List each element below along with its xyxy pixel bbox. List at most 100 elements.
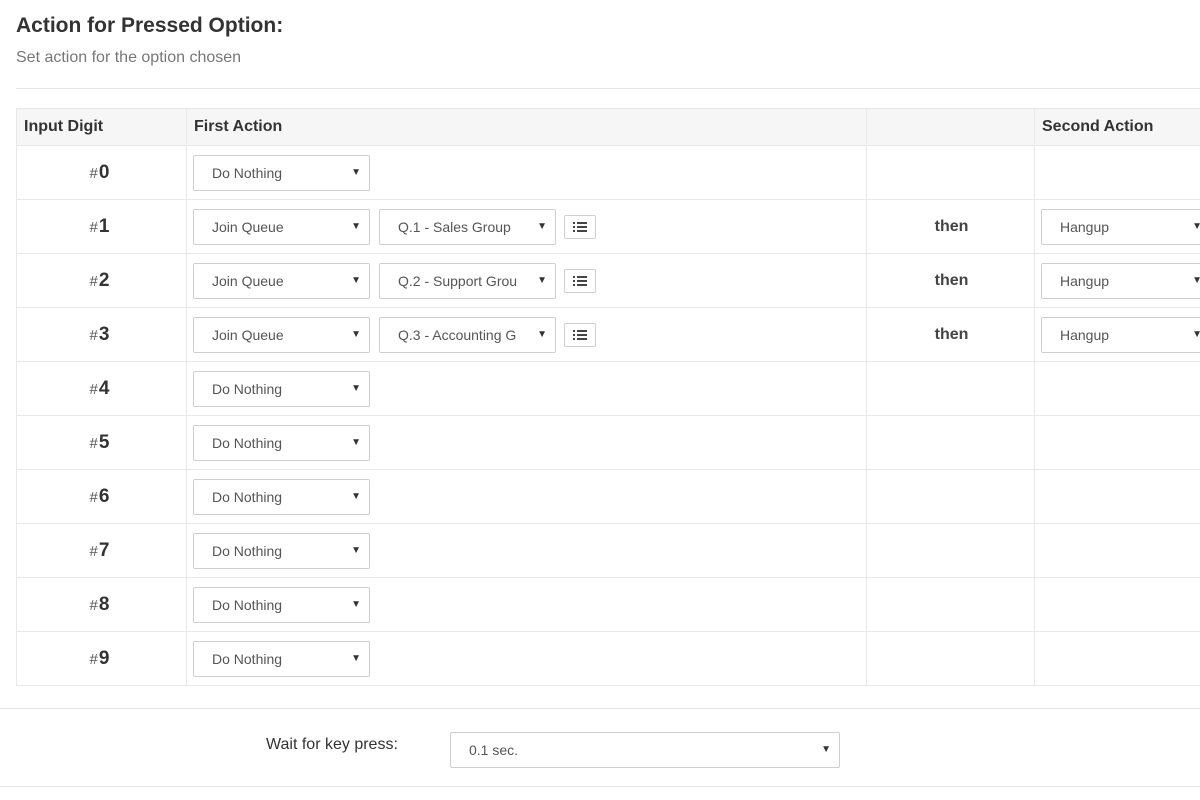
- first-action-value: Do Nothing: [212, 380, 283, 397]
- input-digit: 1: [98, 215, 110, 237]
- then-label: then: [934, 325, 969, 343]
- table-header-row: Input Digit First Action Second Action: [16, 108, 1200, 146]
- first-action-select[interactable]: Join Queue ▼: [193, 208, 370, 245]
- second-action-select[interactable]: Hangup ▼: [1041, 208, 1200, 245]
- first-action-value: Do Nothing: [212, 434, 283, 451]
- second-action-select[interactable]: Hangup ▼: [1041, 316, 1200, 353]
- table-row: #1 Join Queue ▼ Q.1 - Sales Group ▼ then Hangu…: [16, 199, 1200, 254]
- queue-select[interactable]: Q.2 - Support Grou ▼: [379, 262, 556, 299]
- caret-down-icon: ▼: [351, 328, 361, 340]
- queue-select[interactable]: Q.3 - Accounting G ▼: [379, 316, 556, 353]
- queue-value: Q.2 - Support Grou: [398, 272, 518, 289]
- then-cell: [866, 469, 1035, 524]
- input-digit: 3: [98, 323, 110, 345]
- table-row: #0 Do Nothing ▼: [16, 145, 1200, 200]
- first-action-select[interactable]: Do Nothing ▼: [193, 478, 370, 515]
- table-row: #7 Do Nothing ▼: [16, 523, 1200, 578]
- first-action-cell: Do Nothing ▼: [186, 523, 867, 578]
- caret-down-icon: ▼: [351, 598, 361, 610]
- second-action-cell: Hangup ▼: [1034, 307, 1200, 362]
- second-action-value: Hangup: [1060, 218, 1110, 235]
- input-digit: 9: [98, 647, 110, 669]
- hash-symbol: #: [89, 650, 98, 668]
- hash-symbol: #: [89, 164, 98, 182]
- first-action-select[interactable]: Join Queue ▼: [193, 316, 370, 353]
- input-digit-cell: #0: [16, 145, 187, 200]
- second-action-cell: [1034, 577, 1200, 632]
- then-label: then: [934, 217, 969, 235]
- ivr-options-table: Input Digit First Action Second Action #…: [16, 108, 1200, 686]
- first-action-cell: Do Nothing ▼: [186, 361, 867, 416]
- hash-symbol: #: [89, 434, 98, 452]
- then-label: then: [934, 271, 969, 289]
- input-digit: 6: [98, 485, 110, 507]
- wait-key-press-label: Wait for key press:: [266, 736, 398, 753]
- table-row: #6 Do Nothing ▼: [16, 469, 1200, 524]
- caret-down-icon: ▼: [821, 744, 831, 755]
- input-digit-cell: #4: [16, 361, 187, 416]
- second-action-cell: [1034, 631, 1200, 686]
- first-action-select[interactable]: Do Nothing ▼: [193, 532, 370, 569]
- first-action-value: Do Nothing: [212, 488, 283, 505]
- caret-down-icon: ▼: [351, 382, 361, 394]
- second-action-cell: [1034, 145, 1200, 200]
- first-action-cell: Join Queue ▼ Q.1 - Sales Group ▼: [186, 199, 867, 254]
- divider: [16, 88, 1200, 89]
- column-header-input-digit: Input Digit: [16, 108, 187, 146]
- queue-list-button[interactable]: [564, 214, 596, 239]
- divider: [0, 708, 1200, 709]
- input-digit: 5: [98, 431, 110, 453]
- queue-list-button[interactable]: [564, 268, 596, 293]
- first-action-select[interactable]: Do Nothing ▼: [193, 640, 370, 677]
- second-action-select[interactable]: Hangup ▼: [1041, 262, 1200, 299]
- first-action-select[interactable]: Do Nothing ▼: [193, 370, 370, 407]
- first-action-select[interactable]: Do Nothing ▼: [193, 154, 370, 191]
- second-action-cell: [1034, 361, 1200, 416]
- input-digit-cell: #2: [16, 253, 187, 308]
- hash-symbol: #: [89, 596, 98, 614]
- divider: [0, 786, 1200, 787]
- first-action-cell: Do Nothing ▼: [186, 631, 867, 686]
- then-cell: [866, 523, 1035, 578]
- caret-down-icon: ▼: [351, 220, 361, 232]
- input-digit-cell: #1: [16, 199, 187, 254]
- first-action-select[interactable]: Join Queue ▼: [193, 262, 370, 299]
- input-digit: 8: [98, 593, 110, 615]
- queue-list-button[interactable]: [564, 322, 596, 347]
- first-action-select[interactable]: Do Nothing ▼: [193, 424, 370, 461]
- caret-down-icon: ▼: [351, 652, 361, 664]
- hash-symbol: #: [89, 542, 98, 560]
- second-action-cell: [1034, 415, 1200, 470]
- then-cell: [866, 415, 1035, 470]
- second-action-cell: Hangup ▼: [1034, 199, 1200, 254]
- first-action-cell: Do Nothing ▼: [186, 469, 867, 524]
- caret-down-icon: ▼: [351, 544, 361, 556]
- wait-key-press-select[interactable]: 0.1 sec. ▼: [450, 732, 840, 768]
- then-cell: [866, 361, 1035, 416]
- then-cell: [866, 145, 1035, 200]
- input-digit-cell: #5: [16, 415, 187, 470]
- then-cell: then: [866, 307, 1035, 362]
- table-row: #2 Join Queue ▼ Q.2 - Support Grou ▼ then Hang…: [16, 253, 1200, 308]
- page-title: Action for Pressed Option:: [16, 14, 284, 37]
- input-digit-cell: #3: [16, 307, 187, 362]
- first-action-select[interactable]: Do Nothing ▼: [193, 586, 370, 623]
- input-digit: 7: [98, 539, 110, 561]
- table-row: #3 Join Queue ▼ Q.3 - Accounting G ▼ then Hang…: [16, 307, 1200, 362]
- first-action-value: Do Nothing: [212, 164, 283, 181]
- input-digit: 4: [98, 377, 110, 399]
- input-digit-cell: #8: [16, 577, 187, 632]
- caret-down-icon: ▼: [351, 490, 361, 502]
- caret-down-icon: ▼: [537, 328, 547, 340]
- caret-down-icon: ▼: [537, 274, 547, 286]
- caret-down-icon: ▼: [351, 274, 361, 286]
- queue-select[interactable]: Q.1 - Sales Group ▼: [379, 208, 556, 245]
- input-digit-cell: #9: [16, 631, 187, 686]
- table-row: #9 Do Nothing ▼: [16, 631, 1200, 686]
- hash-symbol: #: [89, 326, 98, 344]
- second-action-value: Hangup: [1060, 326, 1110, 343]
- caret-down-icon: ▼: [351, 166, 361, 178]
- first-action-value: Do Nothing: [212, 650, 283, 667]
- first-action-value: Do Nothing: [212, 542, 283, 559]
- input-digit-cell: #7: [16, 523, 187, 578]
